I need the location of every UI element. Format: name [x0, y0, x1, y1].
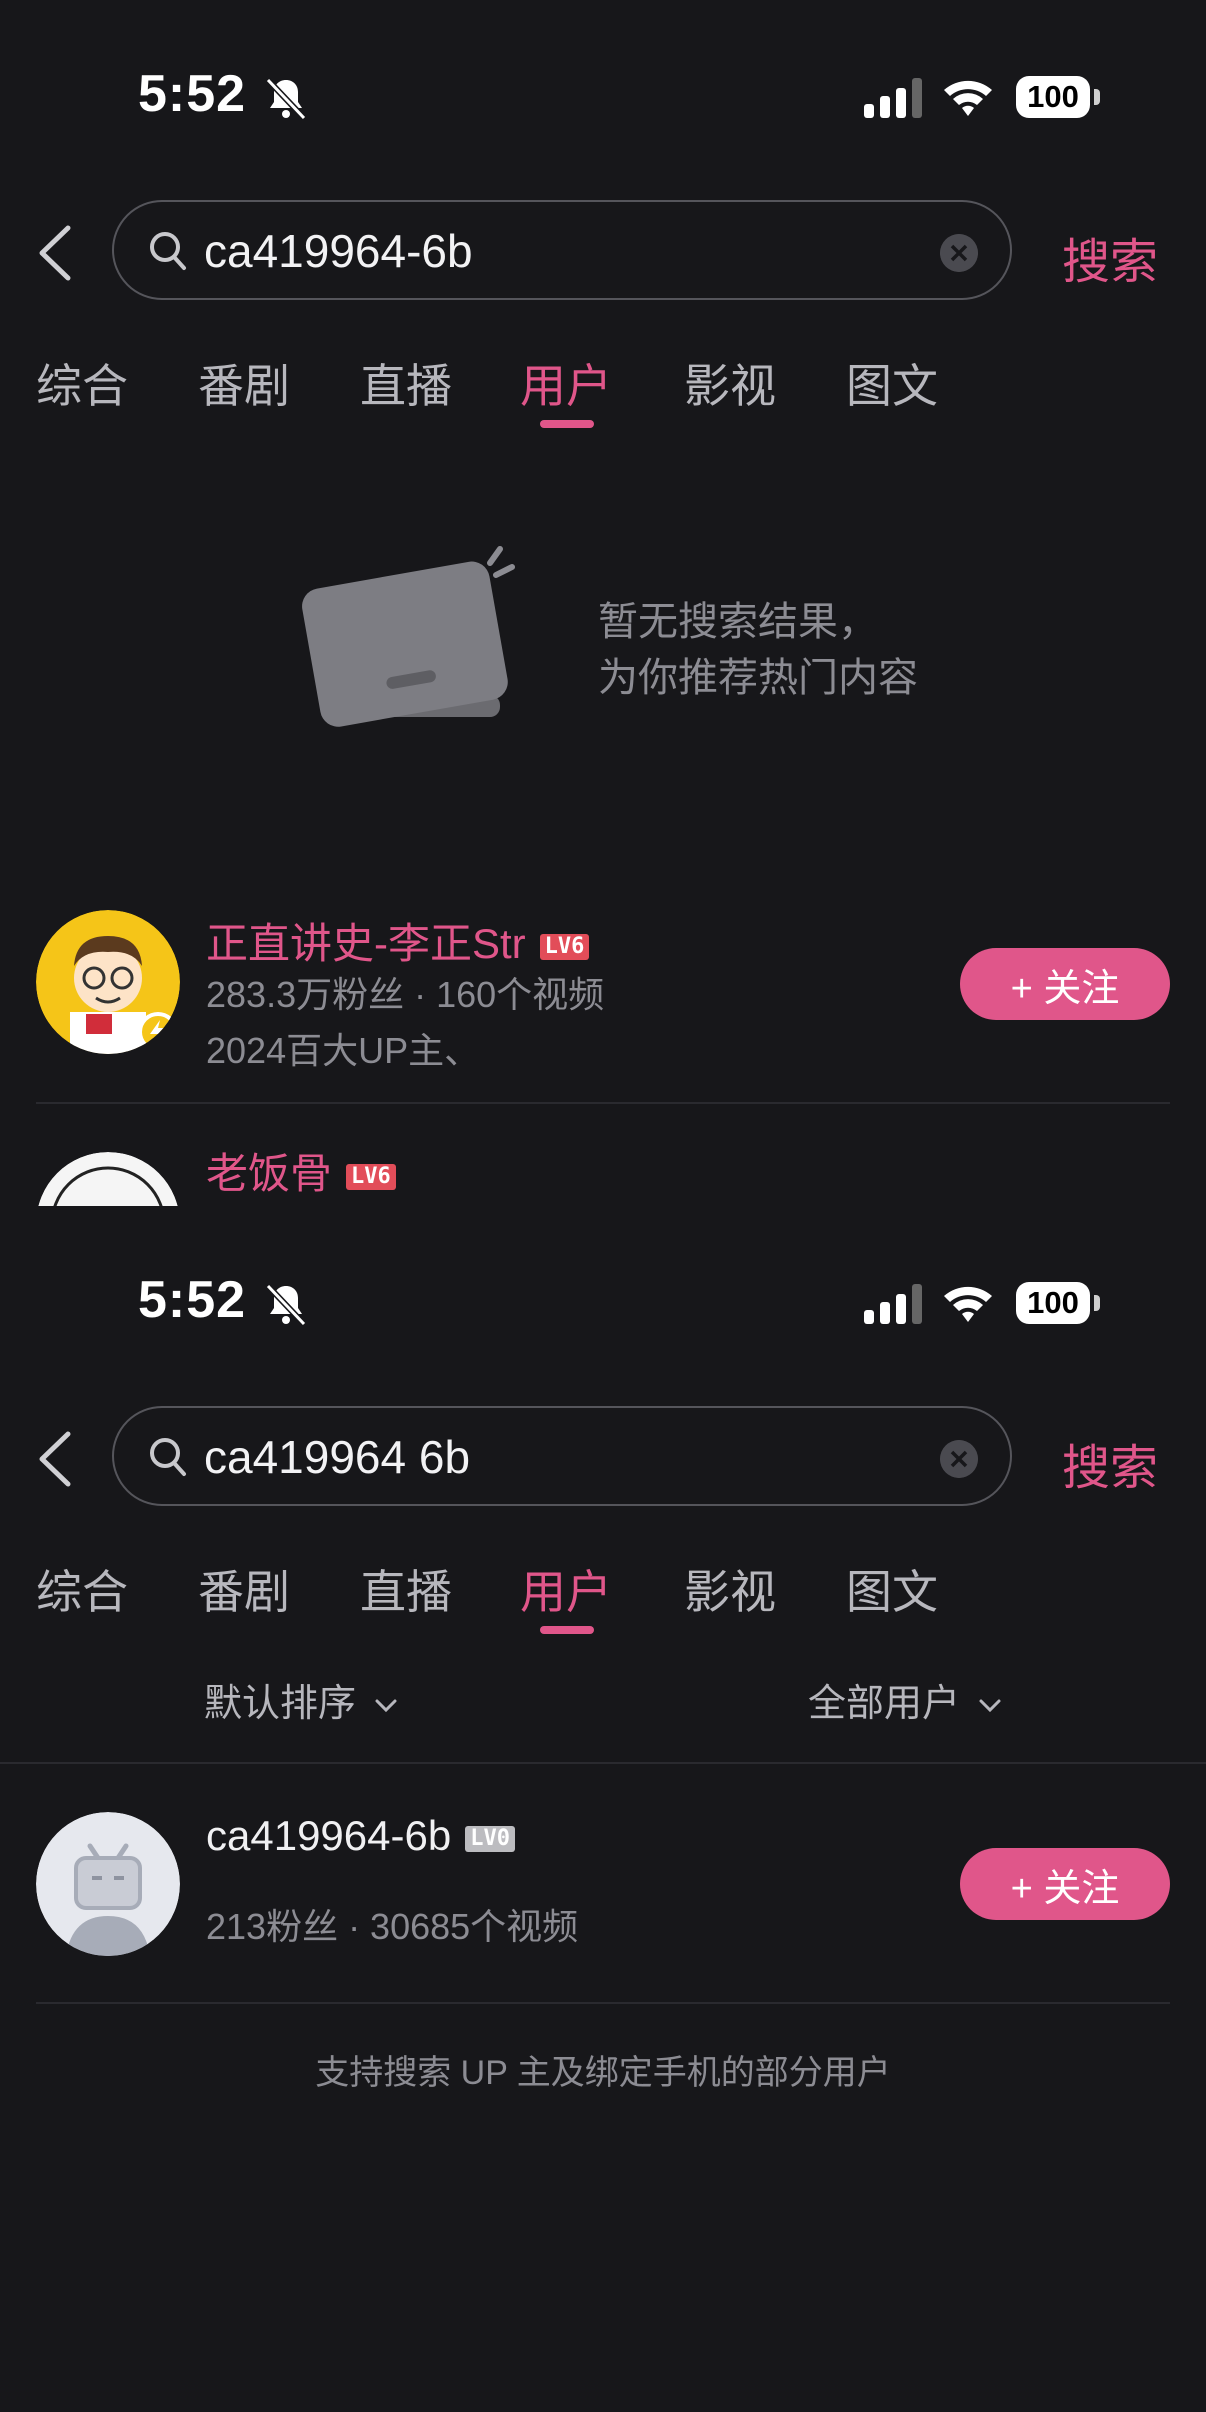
list-item[interactable]: 正直讲史-李正Str LV6 283.3万粉丝 · 160个视频 2024百大UP… — [0, 910, 1206, 1071]
empty-state-line2: 为你推荐热门内容 — [598, 656, 918, 700]
list-item[interactable]: ca419964-6b LV0 213粉丝 · 30685个视频 + 关注 — [0, 1812, 1206, 1962]
bell-slash-icon — [265, 1283, 307, 1327]
signal-icon — [864, 1284, 922, 1324]
list-item[interactable]: 老饭骨 LV6 — [0, 1140, 1206, 1206]
user-description: 2024百大UP主、 — [206, 1030, 481, 1071]
tab-bangumi[interactable]: 番剧 — [198, 1556, 290, 1622]
user-name-text: 老饭骨 — [206, 1150, 333, 1197]
tab-bangumi[interactable]: 番剧 — [198, 350, 290, 416]
back-arrow-icon[interactable] — [36, 1430, 76, 1488]
section-divider — [0, 1762, 1206, 1764]
avatar[interactable] — [36, 910, 180, 1054]
user-stats: 283.3万粉丝 · 160个视频 — [206, 974, 605, 1015]
sort-order-dropdown[interactable]: 默认排序 — [204, 1672, 399, 1727]
screen-search-user-result: 5:52 100 ca419964 6b 搜索 综合 番剧 直播 用户 影视 图… — [0, 1206, 1206, 2412]
empty-state-text: 暂无搜索结果， 为你推荐热门内容 — [598, 594, 918, 706]
chevron-down-icon — [979, 1699, 1001, 1713]
sort-order-label: 默认排序 — [204, 1683, 357, 1725]
follow-button[interactable]: + 关注 — [960, 1848, 1170, 1920]
avatar[interactable] — [36, 1152, 180, 1206]
search-query: ca419964-6b — [204, 225, 473, 277]
search-button[interactable]: 搜索 — [1062, 222, 1158, 292]
active-tab-indicator — [540, 420, 594, 428]
user-stats: 213粉丝 · 30685个视频 — [206, 1906, 579, 1947]
search-query: ca419964 6b — [204, 1431, 471, 1483]
level-badge: LV0 — [465, 1825, 515, 1852]
tab-users[interactable]: 用户 — [520, 1556, 612, 1622]
user-name-text: ca419964-6b — [206, 1812, 452, 1859]
tab-all[interactable]: 综合 — [36, 350, 128, 416]
wifi-icon — [944, 80, 992, 116]
tab-all[interactable]: 综合 — [36, 1556, 128, 1622]
battery-cap — [1094, 89, 1100, 105]
chevron-down-icon — [375, 1699, 397, 1713]
tab-live[interactable]: 直播 — [360, 350, 452, 416]
tab-articles[interactable]: 图文 — [846, 1556, 938, 1622]
search-row: ca419964 6b 搜索 — [0, 1406, 1206, 1510]
active-tab-indicator — [540, 1626, 594, 1634]
tab-live[interactable]: 直播 — [360, 1556, 452, 1622]
status-bar: 5:52 100 — [0, 0, 1206, 200]
battery-icon: 100 — [1016, 1282, 1100, 1324]
tab-users[interactable]: 用户 — [520, 350, 612, 416]
tab-bar: 综合 番剧 直播 用户 影视 图文 — [0, 1546, 1206, 1646]
level-badge: LV6 — [346, 1163, 396, 1190]
wifi-icon — [944, 1286, 992, 1322]
battery-level: 100 — [1016, 76, 1090, 118]
tab-movies[interactable]: 影视 — [684, 1556, 776, 1622]
battery-icon: 100 — [1016, 76, 1100, 118]
user-filter-dropdown[interactable]: 全部用户 — [808, 1672, 1003, 1727]
empty-laptop-illustration — [302, 546, 515, 727]
empty-state-line1: 暂无搜索结果， — [598, 600, 878, 644]
list-divider — [36, 2002, 1170, 2004]
clear-icon[interactable] — [940, 1440, 978, 1478]
screen-search-no-results: 5:52 100 ca419964-6b 搜索 综合 番剧 直播 用户 影视 图… — [0, 0, 1206, 1206]
level-badge: LV6 — [539, 933, 590, 960]
search-hint-note: 支持搜索 UP 主及绑定手机的部分用户 — [315, 2054, 891, 2092]
user-name[interactable]: 老饭骨 LV6 — [206, 1140, 396, 1201]
search-icon — [150, 232, 186, 270]
tab-bar: 综合 番剧 直播 用户 影视 图文 — [0, 340, 1206, 440]
user-name-text: 正直讲史-李正Str — [206, 920, 526, 967]
status-time: 5:52 — [138, 1271, 247, 1329]
follow-button[interactable]: + 关注 — [960, 948, 1170, 1020]
battery-level: 100 — [1016, 1282, 1090, 1324]
user-name[interactable]: ca419964-6b LV0 — [206, 1812, 515, 1860]
back-arrow-icon[interactable] — [36, 224, 76, 282]
tab-movies[interactable]: 影视 — [684, 350, 776, 416]
search-button[interactable]: 搜索 — [1062, 1428, 1158, 1498]
sort-filter-row: 默认排序 全部用户 — [0, 1660, 1206, 1730]
search-input[interactable]: ca419964 6b — [112, 1406, 1012, 1506]
search-input[interactable]: ca419964-6b — [112, 200, 1012, 300]
bell-slash-icon — [265, 77, 307, 121]
status-time: 5:52 — [138, 65, 247, 123]
avatar[interactable] — [36, 1812, 180, 1956]
search-row: ca419964-6b 搜索 — [0, 200, 1206, 304]
user-filter-label: 全部用户 — [808, 1683, 961, 1725]
search-icon — [150, 1438, 186, 1476]
battery-cap — [1094, 1295, 1100, 1311]
status-bar: 5:52 100 — [0, 1206, 1206, 1406]
signal-icon — [864, 78, 922, 118]
tab-articles[interactable]: 图文 — [846, 350, 938, 416]
user-name[interactable]: 正直讲史-李正Str LV6 — [206, 910, 590, 971]
clear-icon[interactable] — [940, 234, 978, 272]
list-divider — [36, 1102, 1170, 1104]
